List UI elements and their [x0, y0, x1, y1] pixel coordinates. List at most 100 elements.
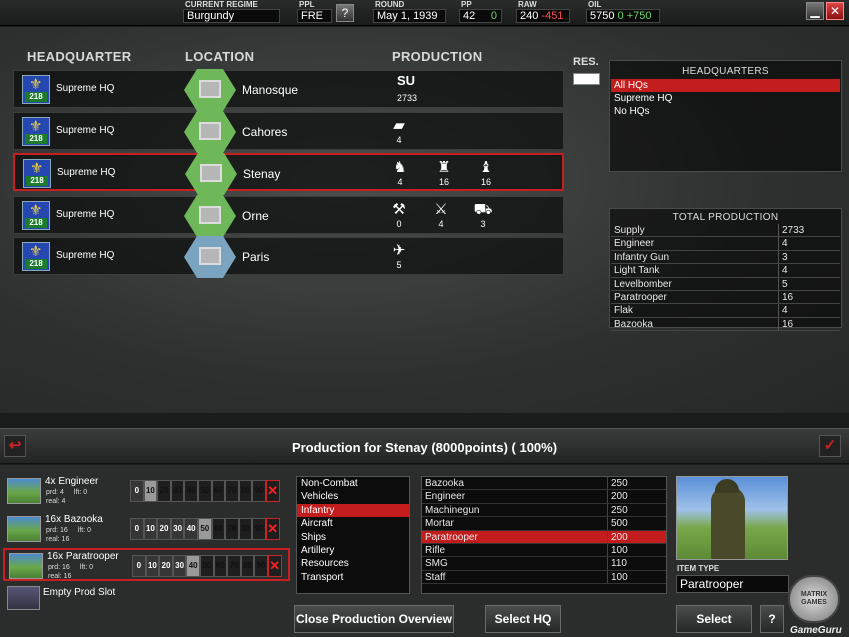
unit-row[interactable]: SMG 110: [422, 557, 666, 571]
category-item[interactable]: Non-Combat: [297, 477, 409, 490]
slider-step[interactable]: 30: [170, 518, 185, 540]
raw-field: 240 -451: [516, 9, 570, 23]
total-row: Bazooka 16: [611, 317, 840, 332]
unit-row[interactable]: Machinegun 250: [422, 503, 666, 518]
round-label: ROUND: [375, 0, 405, 9]
slider-step[interactable]: 80: [240, 555, 255, 577]
hq-filter-all[interactable]: All HQs: [611, 79, 840, 92]
slider-step[interactable]: 0: [130, 480, 144, 502]
slider-step[interactable]: 60: [211, 518, 226, 540]
unit-row[interactable]: Paratrooper 200: [422, 530, 666, 544]
oil-delta: +750: [626, 10, 652, 22]
slider-step[interactable]: 20: [157, 480, 171, 502]
unit-row[interactable]: Staff 100: [422, 570, 666, 585]
hq-filter-none[interactable]: No HQs: [611, 105, 840, 118]
hq-name: Supreme HQ: [56, 83, 115, 94]
slider-step[interactable]: 50: [199, 555, 214, 577]
slider-step[interactable]: 90: [254, 555, 268, 577]
col-header-location: LOCATION: [185, 49, 255, 64]
slider-step[interactable]: 70: [225, 518, 239, 540]
slider-step[interactable]: 50: [197, 480, 212, 502]
slider-step[interactable]: 20: [159, 555, 173, 577]
location-name: Paris: [242, 250, 270, 264]
allocation-slider[interactable]: 0 10 20 30 40 50 60 70 80 90 ✕: [130, 480, 280, 502]
empty-slot-label[interactable]: Empty Prod Slot: [43, 587, 115, 598]
slider-step[interactable]: 20: [157, 518, 171, 540]
empty-slot-icon[interactable]: [7, 586, 40, 610]
slider-step[interactable]: 30: [172, 555, 187, 577]
category-item[interactable]: Artillery: [297, 544, 409, 557]
unit-name: Engineer: [422, 490, 608, 503]
unit-name: Staff: [422, 570, 608, 584]
close-production-overview-button[interactable]: Close Production Overview: [294, 605, 454, 633]
total-production-table: Supply 2733 Engineer 4 Infantry Gun 3 Light…: [611, 224, 840, 332]
allocation-slider[interactable]: 0 10 20 30 40 50 60 70 80 90 ✕: [130, 518, 280, 540]
unit-row[interactable]: Bazooka 250: [422, 477, 666, 491]
hq-row[interactable]: ⚜ 218 Supreme HQ Paris ✈ 5: [13, 236, 564, 278]
confirm-button[interactable]: ✓: [819, 435, 841, 457]
slider-step[interactable]: 40: [184, 518, 198, 540]
select-hq-button[interactable]: Select HQ: [485, 605, 561, 633]
slider-step[interactable]: 0: [132, 555, 146, 577]
category-item[interactable]: Aircraft: [297, 517, 409, 530]
hq-row[interactable]: ⚜ 218 Supreme HQ Orne ⚒ 0 ⚔ 4 ⛟ 3: [13, 195, 564, 237]
slider-step[interactable]: 50: [197, 518, 212, 540]
hq-name: Supreme HQ: [56, 209, 115, 220]
category-item[interactable]: Vehicles: [297, 490, 409, 503]
slider-step[interactable]: 10: [145, 555, 160, 577]
slider-step[interactable]: 10: [143, 518, 158, 540]
slider-step[interactable]: 70: [225, 480, 239, 502]
total-row: Flak 4: [611, 304, 840, 318]
slider-step[interactable]: 60: [211, 480, 226, 502]
slot-name: 16x Bazooka: [45, 514, 103, 525]
unit-cost: 200: [611, 491, 628, 503]
prod-slot-selected[interactable]: 16x Paratrooper prd: 16 lft: 0 real: 16 01…: [3, 548, 290, 581]
remove-slot-icon[interactable]: ✕: [265, 480, 280, 502]
prod-slot[interactable]: 16x Bazooka prd: 16 lft: 0 real: 16 0 10 20 3…: [3, 513, 290, 546]
slider-step[interactable]: 60: [213, 555, 228, 577]
total-production-title: TOTAL PRODUCTION: [672, 212, 779, 223]
unit-thumbnail: [7, 516, 41, 542]
slider-step[interactable]: 0: [130, 518, 144, 540]
hq-filter-supreme[interactable]: Supreme HQ: [611, 92, 840, 105]
hq-row-selected[interactable]: ⚜ 218 Supreme HQ Stenay ♞ 4 ♜ 16 ♝ 16: [13, 153, 564, 195]
unit-thumbnail: [7, 478, 41, 504]
slider-step[interactable]: 70: [227, 555, 241, 577]
ppl-label: PPL: [299, 0, 315, 9]
category-list: Non-Combat Vehicles Infantry Aircraft Ships A…: [296, 476, 410, 594]
minimize-button[interactable]: ▁: [806, 2, 824, 20]
help-button-bottom[interactable]: ?: [760, 605, 784, 633]
unit-row[interactable]: Engineer 200: [422, 490, 666, 504]
close-window-button[interactable]: ✕: [826, 2, 844, 20]
slider-step[interactable]: 10: [143, 480, 158, 502]
bazooka-icon: ♜ 16: [437, 159, 451, 187]
slider-step[interactable]: 40: [184, 480, 198, 502]
hq-row[interactable]: ⚜ 218 Supreme HQ Manosque SU 2733: [13, 69, 564, 111]
prod-slot[interactable]: 4x Engineer prd: 4 lft: 0 real: 4 0 10 20 30 4…: [3, 475, 290, 508]
res-toggle[interactable]: [573, 73, 600, 85]
slider-step[interactable]: 90: [252, 480, 266, 502]
category-item[interactable]: Transport: [297, 571, 409, 584]
ppl-field: FRE: [297, 9, 332, 23]
unit-row[interactable]: Mortar 500: [422, 517, 666, 531]
oil-value: 5750: [590, 10, 615, 22]
unit-row[interactable]: Rifle 100: [422, 543, 666, 558]
unit-name: Bazooka: [422, 477, 608, 490]
help-button[interactable]: ?: [336, 4, 354, 22]
slider-step[interactable]: 40: [186, 555, 200, 577]
remove-slot-icon[interactable]: ✕: [267, 555, 282, 577]
category-item[interactable]: Resources: [297, 557, 409, 570]
production-bar: ↩ Production for Stenay (8000points) ( 1…: [0, 428, 849, 464]
category-item[interactable]: Infantry: [297, 503, 409, 518]
slider-step[interactable]: 80: [238, 518, 253, 540]
unit-cost: 110: [611, 558, 627, 570]
slider-step[interactable]: 80: [238, 480, 253, 502]
remove-slot-icon[interactable]: ✕: [265, 518, 280, 540]
allocation-slider[interactable]: 0 10 20 30 40 50 60 70 80 90 ✕: [132, 555, 282, 577]
slider-step[interactable]: 90: [252, 518, 266, 540]
engineer-icon: ♞ 4: [393, 159, 407, 187]
slider-step[interactable]: 30: [170, 480, 185, 502]
hq-row[interactable]: ⚜ 218 Supreme HQ Cahores ▰ 4: [13, 111, 564, 153]
select-button[interactable]: Select: [676, 605, 752, 633]
category-item[interactable]: Ships: [297, 531, 409, 544]
